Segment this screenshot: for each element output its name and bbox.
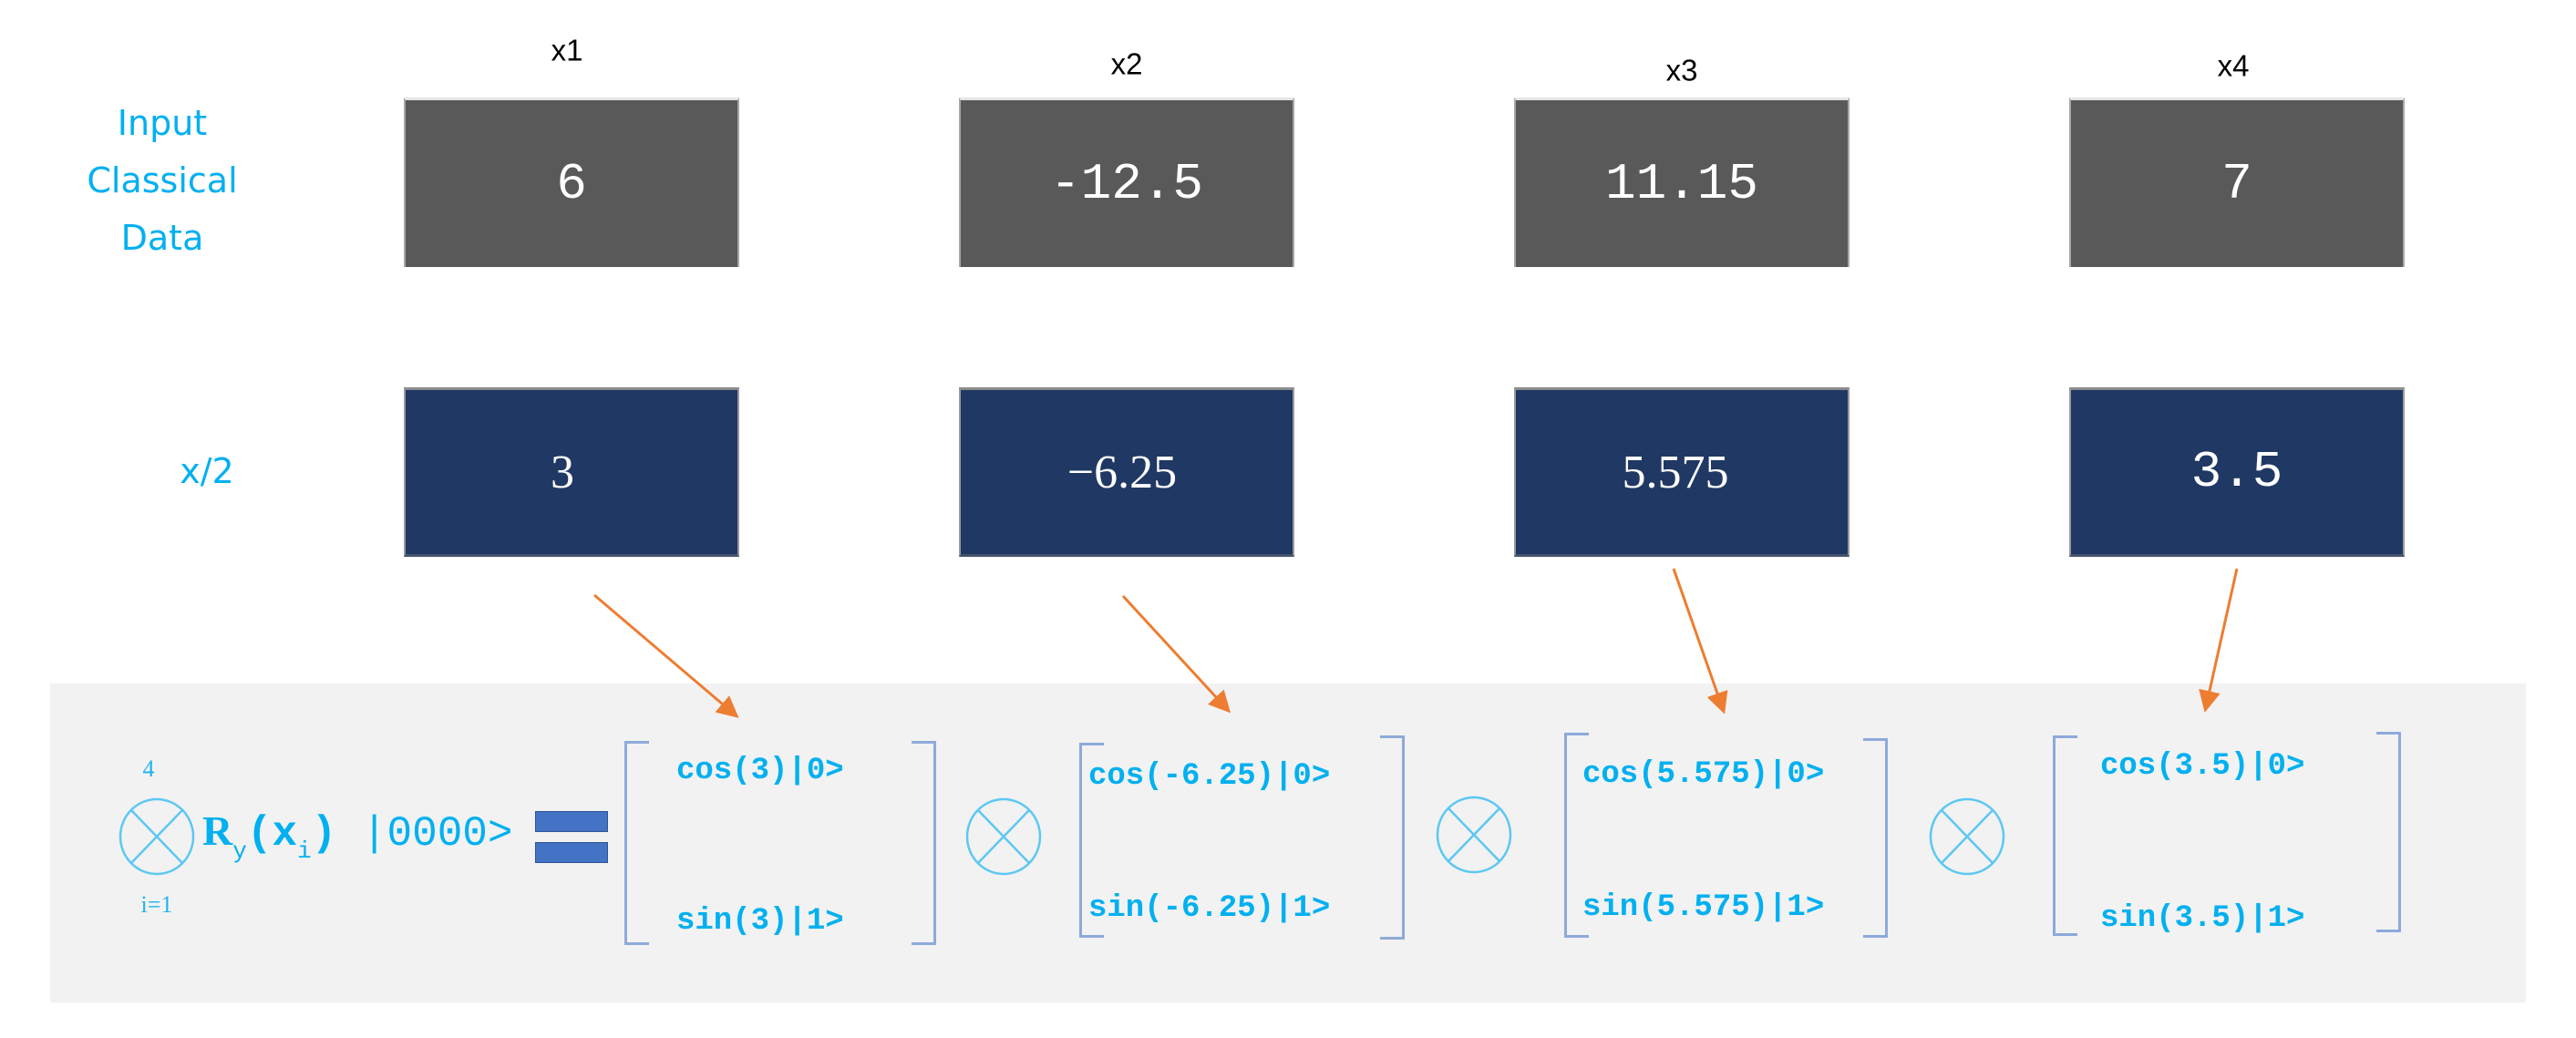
operator-subscript: y: [232, 838, 247, 866]
label-line: Input: [117, 103, 208, 143]
right-bracket: [912, 741, 936, 945]
equals-sign-bottom-bar: [535, 842, 608, 863]
input-value-box-x3: 11.15: [1514, 98, 1850, 267]
product-upper-limit: 4: [142, 755, 155, 782]
argument-close: ): [311, 809, 337, 858]
scaled-value: 5.575: [1622, 446, 1729, 498]
input-value-box-x4: 7: [2069, 98, 2405, 267]
input-value: -12.5: [1049, 154, 1204, 213]
label-line: Data: [120, 218, 204, 258]
operator: R: [202, 807, 233, 854]
qubit-state-vector-3: cos(5.575)|0> sin(5.575)|1>: [1564, 733, 1888, 938]
sin-entry: sin(3.5)|1>: [2100, 901, 2305, 936]
cos-entry: cos(3.5)|0>: [2100, 749, 2305, 784]
scaled-value: 3.5: [2190, 443, 2283, 501]
scaled-value-box-x3: 5.575: [1514, 387, 1850, 557]
argument: (x: [246, 809, 298, 858]
column-header-x2: x2: [1110, 46, 1143, 81]
qubit-state-vector-1: cos(3)|0> sin(3)|1>: [624, 741, 936, 945]
input-value-box-x1: 6: [404, 98, 739, 267]
scaled-value: −6.25: [1066, 446, 1178, 498]
right-bracket: [2376, 732, 2401, 932]
qubit-state-vector-2: cos(-6.25)|0> sin(-6.25)|1>: [1079, 735, 1405, 940]
tensor-product-icon: [1929, 797, 2005, 876]
column-header-x1: x1: [551, 33, 583, 67]
input-classical-data-label: Input Classical Data: [71, 95, 253, 267]
argument-subscript: i: [297, 838, 312, 866]
right-bracket: [1380, 735, 1405, 940]
scaled-value: 3: [551, 446, 574, 498]
label-line: Classical: [87, 160, 238, 200]
sin-entry: sin(5.575)|1>: [1582, 890, 1825, 925]
equals-sign-top-bar: [535, 811, 608, 832]
tensor-product-icon: [118, 797, 195, 876]
scaled-value-box-x2: −6.25: [959, 387, 1294, 557]
input-value-box-x2: -12.5: [959, 98, 1294, 267]
scaled-value-box-x4: 3.5: [2069, 387, 2405, 557]
ry-rotation-expression: Ry(xi) |0000>: [202, 807, 513, 865]
left-bracket: [2053, 735, 2077, 936]
tensor-product-icon: [1436, 796, 1512, 874]
cos-entry: cos(3)|0>: [676, 754, 844, 788]
tensor-product-icon: [965, 797, 1042, 876]
right-bracket: [1863, 738, 1888, 938]
cos-entry: cos(-6.25)|0>: [1088, 759, 1331, 794]
input-value: 6: [556, 154, 587, 213]
scaled-data-label: x/2: [180, 451, 234, 491]
input-value: 11.15: [1604, 154, 1759, 213]
input-value: 7: [2221, 154, 2252, 213]
qubit-state-vector-4: cos(3.5)|0> sin(3.5)|1>: [2053, 732, 2401, 936]
column-header-x3: x3: [1665, 53, 1698, 87]
sin-entry: sin(-6.25)|1>: [1088, 891, 1331, 926]
left-bracket: [624, 741, 649, 945]
column-header-x4: x4: [2217, 48, 2250, 83]
product-lower-limit: i=1: [140, 891, 173, 918]
initial-state-ket: |0000>: [336, 809, 513, 858]
cos-entry: cos(5.575)|0>: [1582, 757, 1825, 792]
sin-entry: sin(3)|1>: [676, 904, 844, 939]
scaled-value-box-x1: 3: [404, 387, 739, 557]
